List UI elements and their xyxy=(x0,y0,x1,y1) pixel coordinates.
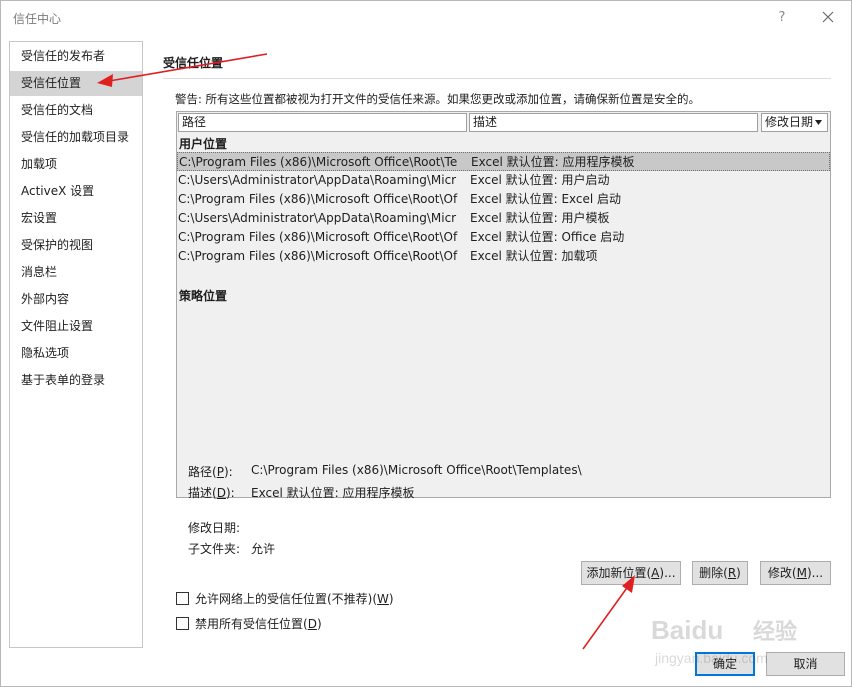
baidu-watermark-logo: Baidu 经验 jingyan.baidu.com xyxy=(651,615,797,666)
window-title: 信任中心 xyxy=(13,12,62,26)
close-button[interactable] xyxy=(815,6,841,30)
cell-description: Excel 默认位置: 应用程序模板 xyxy=(471,155,635,169)
group-title-user-locations: 用户位置 xyxy=(179,137,228,151)
warning-text: 警告: 所有这些位置都被视为打开文件的受信任来源。如果您更改或添加位置，请确保新… xyxy=(175,92,701,106)
sidebar-item-macro-settings[interactable]: 宏设置 xyxy=(10,206,142,231)
cell-description: Excel 默认位置: Office 启动 xyxy=(470,230,625,244)
sidebar-item-message-bar[interactable]: 消息栏 xyxy=(10,260,142,285)
detail-description-value: Excel 默认位置: 应用程序模板 xyxy=(251,486,415,500)
cell-description: Excel 默认位置: 用户启动 xyxy=(470,173,610,187)
group-title-policy-locations: 策略位置 xyxy=(179,289,228,303)
svg-text:经验: 经验 xyxy=(753,619,797,645)
sidebar-item-trusted-locations[interactable]: 受信任位置 xyxy=(10,71,142,96)
table-row[interactable]: C:\Program Files (x86)\Microsoft Office\… xyxy=(177,228,830,247)
close-icon xyxy=(822,11,834,23)
table-row[interactable]: C:\Users\Administrator\AppData\Roaming\M… xyxy=(177,171,830,190)
sidebar-item-activex-settings[interactable]: ActiveX 设置 xyxy=(10,179,142,204)
sort-down-icon xyxy=(815,120,822,125)
sidebar-item-trusted-publishers[interactable]: 受信任的发布者 xyxy=(10,44,142,69)
cell-path: C:\Program Files (x86)\Microsoft Office\… xyxy=(179,155,458,169)
detail-subfolder-label: 子文件夹: xyxy=(188,542,241,556)
locations-table[interactable]: 路径 描述 修改日期 用户位置 C:\Program Files (x86)\M… xyxy=(176,111,831,498)
add-location-button[interactable]: 添加新位置(A)... xyxy=(581,561,681,585)
trust-center-dialog: 信任中心 ? 受信任的发布者 受信任位置 受信任的文档 受信任的加载项目录 加载… xyxy=(0,0,852,687)
cell-path: C:\Users\Administrator\AppData\Roaming\M… xyxy=(178,173,457,187)
modify-button[interactable]: 修改(M)... xyxy=(760,561,831,585)
sidebar-item-form-based-signin[interactable]: 基于表单的登录 xyxy=(10,368,142,393)
sidebar-item-external-content[interactable]: 外部内容 xyxy=(10,287,142,312)
column-header-description[interactable]: 描述 xyxy=(469,113,758,132)
disable-all-locations-checkbox[interactable]: 禁用所有受信任位置(D) xyxy=(176,615,322,632)
cell-path: C:\Program Files (x86)\Microsoft Office\… xyxy=(178,230,458,244)
sidebar-item-protected-view[interactable]: 受保护的视图 xyxy=(10,233,142,258)
sidebar-item-trusted-addin-catalogs[interactable]: 受信任的加载项目录 xyxy=(10,125,142,150)
sidebar-item-trusted-documents[interactable]: 受信任的文档 xyxy=(10,98,142,123)
column-header-path[interactable]: 路径 xyxy=(178,113,467,132)
svg-text:jingyan.baidu.com: jingyan.baidu.com xyxy=(654,650,768,666)
sidebar-item-addins[interactable]: 加载项 xyxy=(10,152,142,177)
cell-description: Excel 默认位置: 用户模板 xyxy=(470,211,610,225)
detail-path-label: 路径(P): xyxy=(188,465,233,479)
table-row[interactable]: C:\Program Files (x86)\Microsoft Office\… xyxy=(177,247,830,266)
title-bar: 信任中心 ? xyxy=(1,1,851,35)
cell-path: C:\Program Files (x86)\Microsoft Office\… xyxy=(178,249,458,263)
help-button[interactable]: ? xyxy=(771,7,793,29)
detail-path-value: C:\Program Files (x86)\Microsoft Office\… xyxy=(251,463,582,477)
remove-button[interactable]: 删除(R) xyxy=(692,561,748,585)
main-panel: 受信任位置 警告: 所有这些位置都被视为打开文件的受信任来源。如果您更改或添加位… xyxy=(151,41,851,681)
table-row[interactable]: C:\Program Files (x86)\Microsoft Office\… xyxy=(177,190,830,209)
page-title: 受信任位置 xyxy=(163,56,224,70)
detail-date-label: 修改日期: xyxy=(188,521,241,535)
title-divider xyxy=(163,78,831,79)
cell-description: Excel 默认位置: Excel 启动 xyxy=(470,192,622,206)
sidebar: 受信任的发布者 受信任位置 受信任的文档 受信任的加载项目录 加载项 Activ… xyxy=(9,41,143,648)
table-row[interactable]: C:\Program Files (x86)\Microsoft Office\… xyxy=(177,152,830,171)
checkbox-box[interactable] xyxy=(176,617,189,630)
sidebar-item-file-block-settings[interactable]: 文件阻止设置 xyxy=(10,314,142,339)
detail-description-label: 描述(D): xyxy=(188,486,235,500)
table-row[interactable]: C:\Users\Administrator\AppData\Roaming\M… xyxy=(177,209,830,228)
svg-text:Baidu: Baidu xyxy=(651,615,723,645)
cell-path: C:\Program Files (x86)\Microsoft Office\… xyxy=(178,192,458,206)
detail-subfolder-value: 允许 xyxy=(251,542,276,556)
column-header-date[interactable]: 修改日期 xyxy=(761,113,828,132)
sidebar-item-privacy-options[interactable]: 隐私选项 xyxy=(10,341,142,366)
column-header-date-label: 修改日期 xyxy=(765,115,814,129)
cell-description: Excel 默认位置: 加载项 xyxy=(470,249,598,263)
table-header: 路径 描述 修改日期 xyxy=(177,112,830,134)
cell-path: C:\Users\Administrator\AppData\Roaming\M… xyxy=(178,211,457,225)
allow-network-locations-checkbox[interactable]: 允许网络上的受信任位置(不推荐)(W) xyxy=(176,590,394,607)
checkbox-box[interactable] xyxy=(176,592,189,605)
